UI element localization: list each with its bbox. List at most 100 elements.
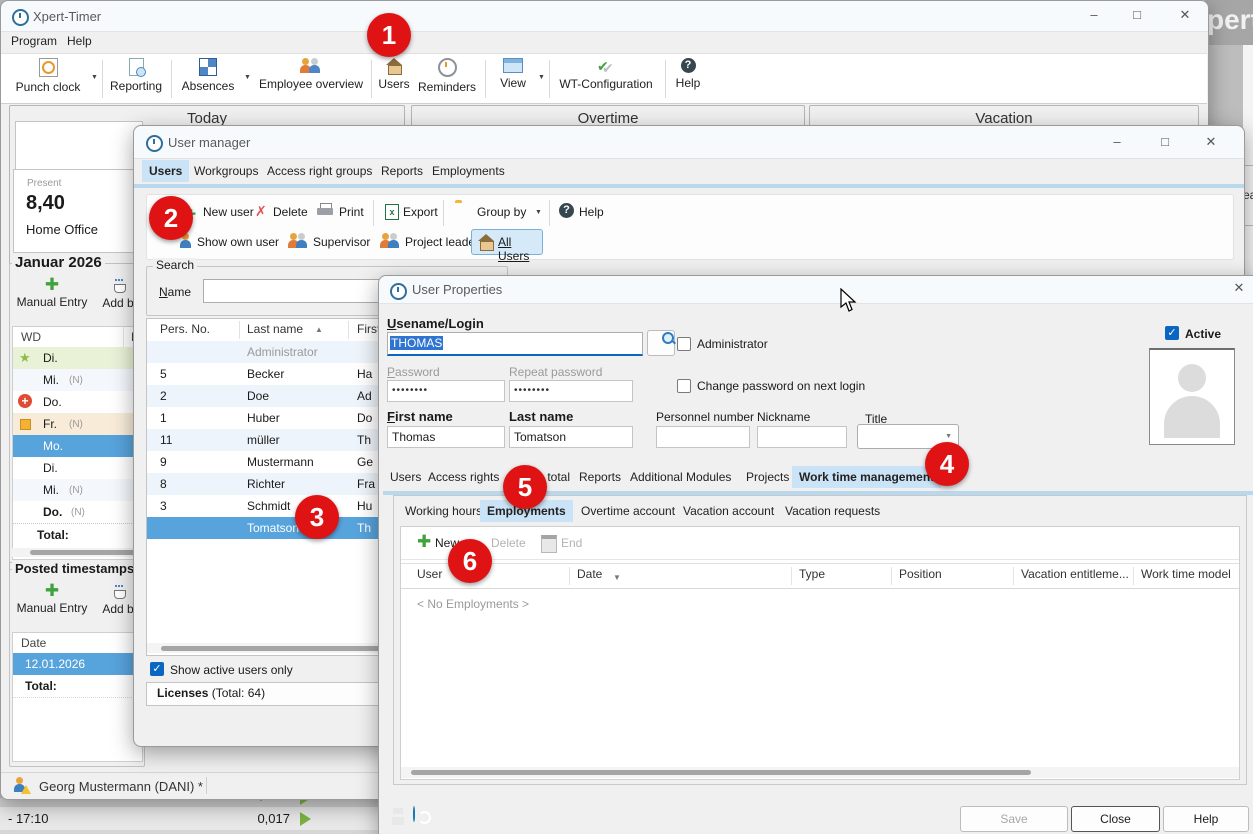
calendar-row[interactable]: ★ Di. <box>13 347 142 369</box>
user-properties-titlebar[interactable]: User Properties ✕ <box>379 276 1253 304</box>
reporting-button[interactable]: Reporting <box>105 58 167 93</box>
administrator-checkbox[interactable] <box>677 337 691 351</box>
tab-reports[interactable]: Reports <box>374 160 430 182</box>
main-titlebar[interactable]: Xpert-Timer – □ ✕ <box>1 1 1208 32</box>
calendar-row-selected[interactable]: Mo. <box>13 435 142 457</box>
col-pers-no[interactable]: Pers. No. <box>160 322 210 336</box>
last-name-input[interactable]: Tomatson <box>509 426 633 448</box>
emp-col-user[interactable]: User <box>417 567 442 581</box>
employee-overview-button[interactable]: Employee overview <box>255 58 367 91</box>
view-dropdown-icon[interactable]: ▼ <box>538 74 545 81</box>
emp-col-work-time-model[interactable]: Work time model <box>1141 567 1231 581</box>
emp-col-vacation-entitlement[interactable]: Vacation entitleme... <box>1021 567 1129 581</box>
close-button[interactable]: ✕ <box>1170 7 1200 23</box>
group-by-button[interactable]: Group by <box>477 205 526 219</box>
all-users-button[interactable]: All Users <box>471 229 543 255</box>
app-clock-icon <box>390 283 407 300</box>
nickname-input[interactable] <box>757 426 847 448</box>
username-search-button[interactable] <box>647 330 675 356</box>
help-button[interactable]: Help <box>1163 806 1249 832</box>
subtab-vacation-requests[interactable]: Vacation requests <box>778 500 887 522</box>
calendar-row[interactable]: Do. (N) <box>13 501 142 523</box>
username-input[interactable]: THOMAS <box>387 332 643 356</box>
user-manager-titlebar[interactable]: User manager – □ ✕ <box>134 126 1244 159</box>
view-button[interactable]: View <box>493 58 533 90</box>
tab-access-right-groups[interactable]: Access right groups <box>260 160 379 182</box>
change-password-checkbox[interactable] <box>677 379 691 393</box>
background-timestamp-rows: 0,15 - 17:10 0,017 <box>0 798 380 834</box>
tab-reports[interactable]: Reports <box>572 466 628 488</box>
emp-col-position[interactable]: Position <box>899 567 942 581</box>
col-first-name[interactable]: First <box>357 322 380 336</box>
group-by-dropdown-icon[interactable]: ▼ <box>535 209 542 216</box>
wt-configuration-button[interactable]: ✔✔ WT-Configuration <box>557 58 655 91</box>
main-help-button[interactable]: ? Help <box>671 58 705 90</box>
delete-button[interactable]: Delete <box>273 205 308 219</box>
employments-hscrollbar[interactable] <box>401 767 1239 778</box>
tab-projects[interactable]: Projects <box>739 466 796 488</box>
tab-users[interactable]: Users <box>142 160 189 182</box>
maximize-button[interactable]: □ <box>1150 134 1180 149</box>
subtab-vacation-account[interactable]: Vacation account <box>676 500 781 522</box>
emp-col-type[interactable]: Type <box>799 567 825 581</box>
posted-col-date[interactable]: Date <box>21 636 46 650</box>
maximize-button[interactable]: □ <box>1122 7 1152 22</box>
punch-clock-dropdown-icon[interactable]: ▼ <box>91 74 98 81</box>
print-button[interactable]: Print <box>339 205 364 219</box>
close-button[interactable]: ✕ <box>1224 280 1253 296</box>
tab-workgroups[interactable]: Workgroups <box>187 160 265 182</box>
minimize-button[interactable]: – <box>1079 7 1109 22</box>
personnel-number-input[interactable] <box>656 426 750 448</box>
posted-row-selected[interactable]: 12.01.2026 <box>13 653 142 675</box>
play-icon[interactable] <box>300 812 311 826</box>
calendar-row[interactable]: Fr. (N) <box>13 413 142 435</box>
timestamp-row[interactable]: - 17:10 0,017 <box>0 806 380 830</box>
active-checkbox[interactable]: ✓ <box>1165 326 1179 340</box>
new-user-button[interactable]: New user <box>203 205 254 219</box>
personnel-number-label: Personnel number <box>656 410 754 424</box>
panel-overtime-title: Overtime <box>412 106 804 127</box>
absences-dropdown-icon[interactable]: ▼ <box>244 74 251 81</box>
subtab-overtime-account[interactable]: Overtime account <box>574 500 682 522</box>
annotation-6: 6 <box>448 539 492 583</box>
calendar-row[interactable]: Mi. (N) <box>13 479 142 501</box>
punch-clock-button[interactable]: Punch clock <box>9 58 87 94</box>
close-button[interactable]: ✕ <box>1196 134 1226 150</box>
project-leader-button[interactable]: Project leader <box>405 235 479 249</box>
show-own-user-button[interactable]: Show own user <box>197 235 279 249</box>
subtab-working-hours[interactable]: Working hours <box>398 500 489 522</box>
calendar-hscrollbar[interactable] <box>12 548 141 557</box>
absences-button[interactable]: Absences <box>177 58 239 93</box>
first-name-input[interactable]: Thomas <box>387 426 505 448</box>
toolbar-help-button[interactable]: Help <box>579 205 604 219</box>
panel-vacation-title: Vacation <box>810 106 1198 127</box>
calendar-col-wd[interactable]: WD <box>21 330 41 344</box>
export-button[interactable]: Export <box>403 205 438 219</box>
calendar-manual-entry-button[interactable]: ✚ Manual Entry <box>14 278 90 309</box>
employment-delete-button[interactable]: Delete <box>491 536 526 550</box>
tab-additional-modules[interactable]: Additional Modules <box>623 466 738 488</box>
main-toolbar: Punch clock ▼ Reporting Absences ▼ Emplo… <box>1 53 1207 104</box>
calendar-row[interactable]: + Do. <box>13 391 142 413</box>
tab-employments[interactable]: Employments <box>425 160 512 182</box>
employment-end-button[interactable]: End <box>561 536 582 550</box>
posted-manual-entry-button[interactable]: ✚ Manual Entry <box>14 584 90 615</box>
sync-icon-button[interactable] <box>413 806 415 822</box>
show-active-checkbox[interactable]: ✓ <box>150 662 164 676</box>
calendar-row[interactable]: Di. <box>13 457 142 479</box>
calendar-row[interactable]: Mi. (N) <box>13 369 142 391</box>
users-button[interactable]: Users <box>376 58 412 91</box>
tab-access-rights[interactable]: Access rights <box>421 466 506 488</box>
tab-work-time-management[interactable]: Work time management <box>792 466 941 488</box>
password-input[interactable]: •••••••• <box>387 380 505 402</box>
reminders-button[interactable]: Reminders <box>414 58 480 94</box>
minimize-button[interactable]: – <box>1102 134 1132 149</box>
active-label: Active <box>1185 327 1221 341</box>
emp-col-date[interactable]: Date <box>577 567 602 581</box>
supervisor-button[interactable]: Supervisor <box>313 235 370 249</box>
close-window-button[interactable]: Close <box>1071 806 1160 832</box>
user-photo-placeholder[interactable] <box>1149 348 1235 445</box>
col-last-name[interactable]: Last name <box>247 322 303 336</box>
repeat-password-input[interactable]: •••••••• <box>509 380 633 402</box>
save-button[interactable]: Save <box>960 806 1068 832</box>
